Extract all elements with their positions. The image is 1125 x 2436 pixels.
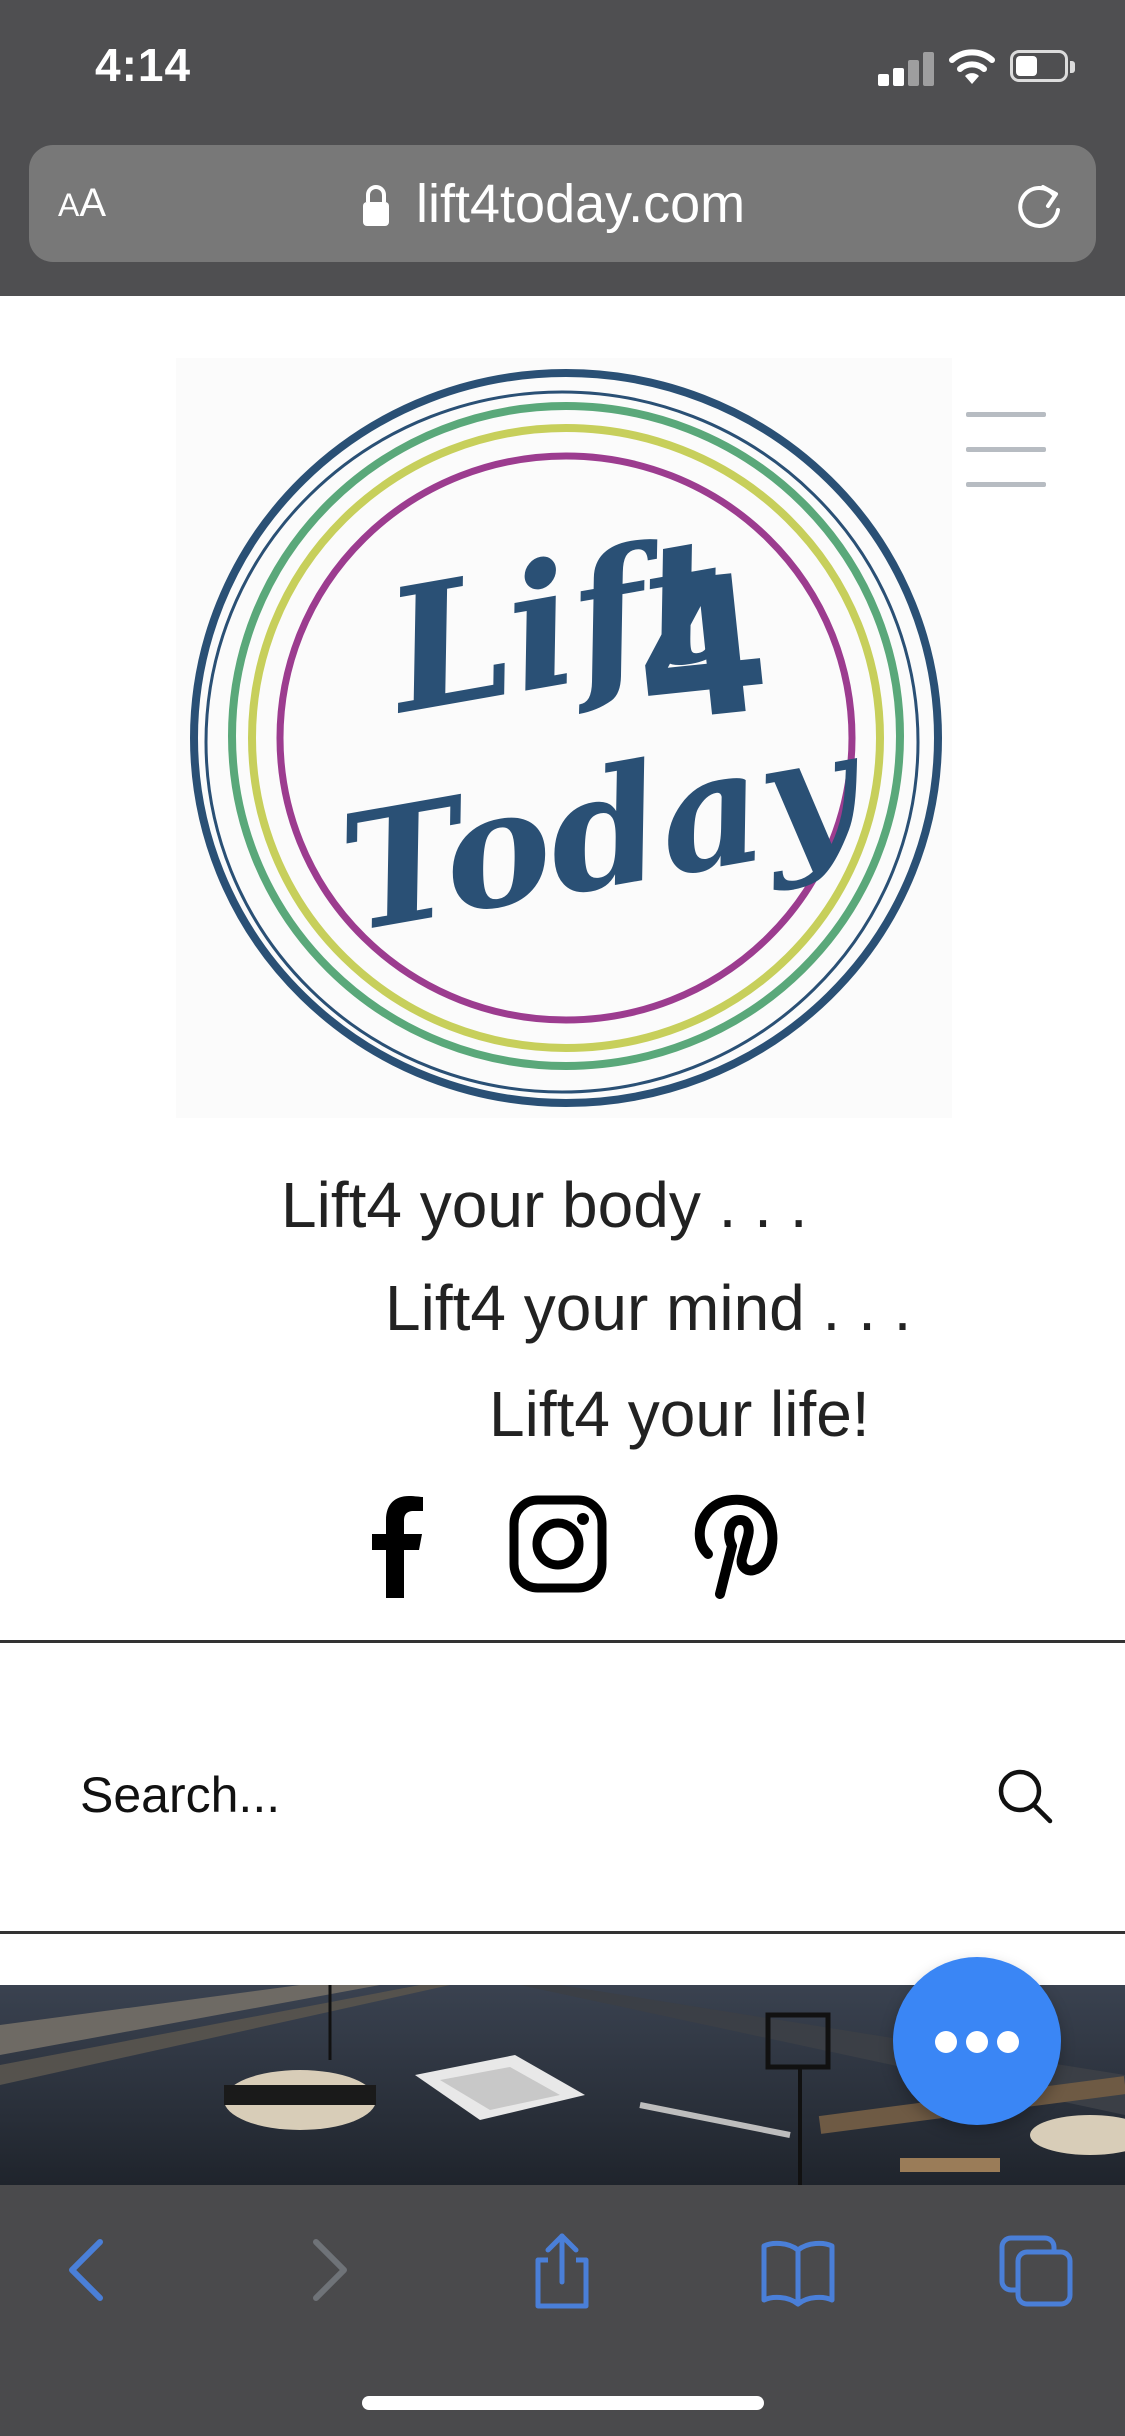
tabs-icon[interactable] <box>996 2230 1076 2310</box>
tagline-body: Lift4 your body . . . <box>281 1169 808 1241</box>
divider-bottom <box>0 1931 1125 1934</box>
status-time: 4:14 <box>95 39 192 91</box>
facebook-icon[interactable] <box>346 1490 446 1600</box>
chat-button[interactable] <box>893 1957 1061 2125</box>
lift4today-logo[interactable]: Lift 4 Today <box>176 358 952 1118</box>
forward-icon[interactable] <box>288 2230 368 2310</box>
lock-icon <box>363 185 389 226</box>
signal-icon <box>878 50 934 86</box>
divider-top <box>0 1640 1125 1643</box>
instagram-icon[interactable] <box>508 1490 608 1600</box>
bookmarks-icon[interactable] <box>758 2230 838 2310</box>
tagline-life: Lift4 your life! <box>489 1378 870 1450</box>
share-icon[interactable] <box>522 2230 602 2310</box>
tagline-mind: Lift4 your mind . . . <box>385 1272 912 1344</box>
battery-icon <box>1010 50 1076 84</box>
back-icon[interactable] <box>48 2230 128 2310</box>
home-indicator <box>362 2396 764 2410</box>
search-icon[interactable] <box>995 1766 1055 1826</box>
reload-icon[interactable] <box>1010 176 1068 234</box>
url-text[interactable]: lift4today.com <box>416 172 745 236</box>
pinterest-icon[interactable] <box>686 1490 786 1600</box>
reader-options-button[interactable]: AA <box>58 178 106 230</box>
wifi-icon <box>949 49 995 84</box>
menu-icon[interactable] <box>966 412 1046 488</box>
search-input[interactable] <box>80 1760 980 1830</box>
